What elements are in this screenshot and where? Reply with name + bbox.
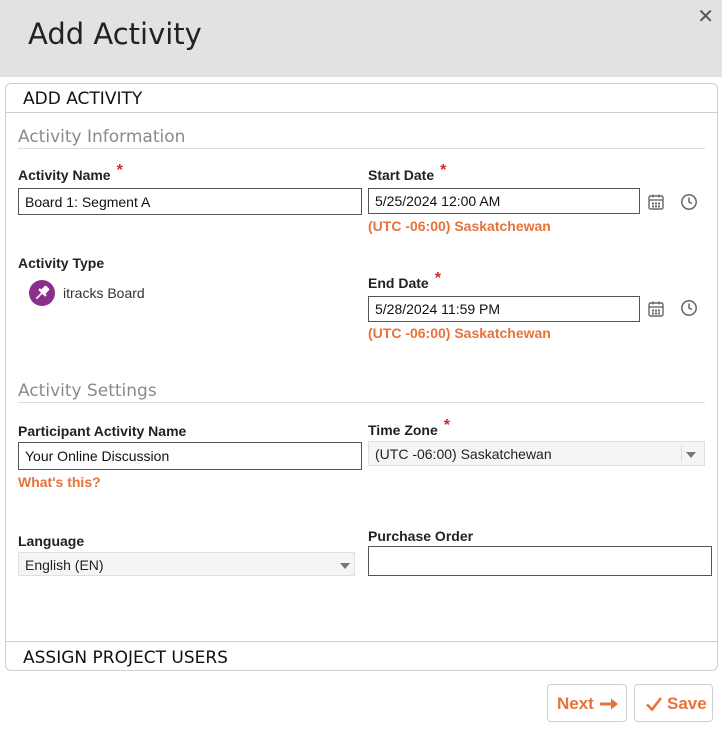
next-button-label: Next	[557, 694, 594, 713]
start-date-input[interactable]	[368, 188, 640, 214]
end-date-input[interactable]	[368, 296, 640, 322]
select-separator	[681, 445, 682, 462]
activity-type-label: Activity Type	[18, 255, 105, 271]
clock-icon[interactable]	[679, 298, 699, 318]
section-divider	[18, 148, 705, 149]
arrow-right-icon	[600, 698, 618, 710]
pushpin-icon	[29, 280, 55, 306]
section-divider	[18, 402, 705, 403]
chevron-down-icon	[686, 452, 696, 458]
panel-header[interactable]: ADD ACTIVITY	[6, 84, 717, 113]
required-marker: *	[443, 417, 450, 434]
language-selected: English (EN)	[25, 557, 104, 573]
assign-project-users-title: ASSIGN PROJECT USERS	[23, 648, 228, 668]
calendar-icon[interactable]	[646, 192, 666, 212]
language-label: Language	[18, 533, 85, 549]
calendar-icon[interactable]	[646, 299, 666, 319]
start-timezone-note: (UTC -06:00) Saskatchewan	[368, 218, 551, 234]
dialog-title: Add Activity	[28, 17, 202, 51]
close-icon[interactable]: ✕	[697, 4, 714, 28]
required-marker: *	[440, 162, 447, 179]
required-marker: *	[116, 162, 123, 179]
time-zone-label: Time Zone *	[368, 417, 450, 438]
assign-project-users-section[interactable]: ASSIGN PROJECT USERS	[6, 641, 717, 670]
end-date-label: End Date *	[368, 270, 441, 291]
save-button-label: Save	[667, 694, 707, 713]
required-marker: *	[434, 270, 441, 287]
save-button[interactable]: Save	[634, 684, 713, 722]
language-select[interactable]: English (EN)	[18, 552, 355, 576]
panel-header-title: ADD ACTIVITY	[23, 89, 143, 109]
whats-this-link[interactable]: What's this?	[18, 474, 101, 490]
start-date-label: Start Date *	[368, 162, 447, 183]
activity-information-title: Activity Information	[18, 127, 186, 147]
time-zone-select[interactable]: (UTC -06:00) Saskatchewan	[368, 441, 705, 466]
purchase-order-input[interactable]	[368, 546, 712, 576]
activity-name-label: Activity Name *	[18, 162, 123, 183]
dialog-header: Add Activity ✕	[0, 0, 722, 77]
end-timezone-note: (UTC -06:00) Saskatchewan	[368, 325, 551, 341]
purchase-order-label: Purchase Order	[368, 528, 474, 544]
activity-name-input[interactable]	[18, 188, 362, 215]
clock-icon[interactable]	[679, 192, 699, 212]
activity-settings-title: Activity Settings	[18, 381, 157, 401]
time-zone-selected: (UTC -06:00) Saskatchewan	[375, 446, 552, 462]
activity-type-name: itracks Board	[63, 285, 145, 301]
participant-activity-name-label: Participant Activity Name	[18, 423, 187, 439]
participant-activity-name-input[interactable]	[18, 442, 362, 470]
check-icon	[646, 697, 663, 712]
chevron-down-icon	[340, 563, 350, 569]
next-button[interactable]: Next	[547, 684, 627, 722]
